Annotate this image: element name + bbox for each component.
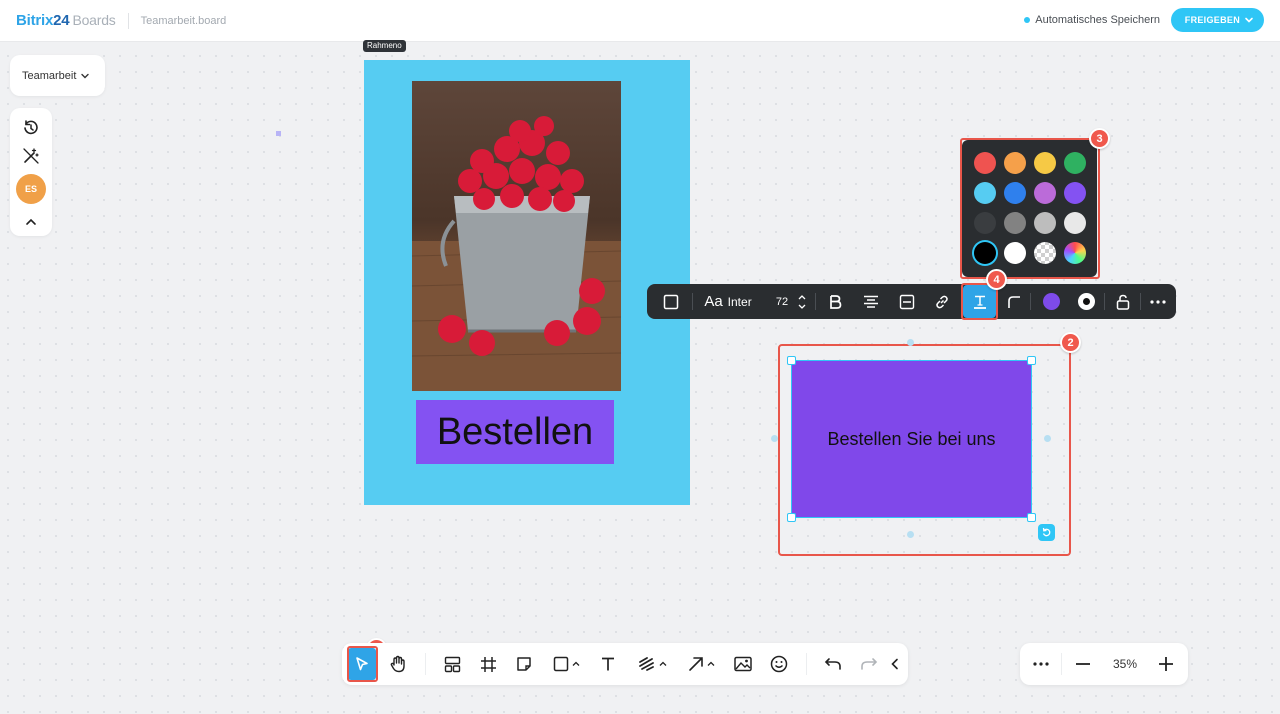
connector-dot-top[interactable] <box>907 339 914 346</box>
connector-dot-bottom[interactable] <box>907 531 914 538</box>
brand-main: Bitrix <box>16 12 54 29</box>
redo-icon[interactable] <box>855 643 883 685</box>
zoom-in-icon[interactable] <box>1153 643 1179 685</box>
toolbar-divider <box>806 653 807 675</box>
step-badge-4: 4 <box>986 269 1007 290</box>
chevron-down-icon <box>1245 17 1253 23</box>
history-icon[interactable] <box>21 118 41 138</box>
chevron-up-icon <box>659 661 666 666</box>
autosave-dot-icon <box>1024 17 1031 23</box>
select-tool-highlight <box>347 646 378 682</box>
step-badge-3: 3 <box>1089 128 1110 149</box>
autosave-status: Automatisches Speichern <box>1024 14 1160 26</box>
share-label: FREIGEBEN <box>1184 15 1240 25</box>
shape-type-icon[interactable] <box>657 284 685 319</box>
toolbar-divider <box>1061 653 1062 675</box>
header-divider <box>127 12 129 29</box>
arrow-tool-icon[interactable] <box>682 643 720 685</box>
connector-dot-left[interactable] <box>771 435 778 442</box>
bold-icon[interactable] <box>822 284 848 319</box>
toolbar-divider <box>1140 293 1141 310</box>
undo-icon[interactable] <box>819 643 847 685</box>
canvas-marker <box>276 131 281 136</box>
frame-icon[interactable] <box>474 643 502 685</box>
board-switcher-label: Teamarbeit <box>22 69 77 82</box>
chevron-up-icon <box>572 661 579 666</box>
step-badge-2: 2 <box>1060 332 1081 353</box>
connector-dot-right[interactable] <box>1044 435 1051 442</box>
text-tool-icon[interactable] <box>594 643 622 685</box>
user-avatar[interactable]: ES <box>16 174 46 204</box>
chevron-up-icon <box>707 661 714 666</box>
unlock-icon[interactable] <box>1110 284 1136 319</box>
vertical-align-icon[interactable] <box>894 284 920 319</box>
share-button[interactable]: FREIGEBEN <box>1170 8 1264 32</box>
selected-text-shape[interactable]: Bestellen Sie bei uns <box>791 360 1032 518</box>
pen-tool-icon[interactable] <box>632 643 672 685</box>
corner-radius-icon[interactable] <box>1002 284 1026 319</box>
color-picker-highlight <box>960 138 1100 279</box>
more-options-icon[interactable] <box>1028 643 1054 685</box>
font-size-value[interactable]: 72 <box>771 284 793 319</box>
board-switcher[interactable]: Teamarbeit <box>10 55 105 96</box>
more-options-icon[interactable] <box>1146 284 1170 319</box>
emoji-icon[interactable] <box>765 643 793 685</box>
zoom-level[interactable]: 35% <box>1104 643 1146 685</box>
resize-handle-br[interactable] <box>1027 513 1036 522</box>
resize-handle-bl[interactable] <box>787 513 796 522</box>
frame-label[interactable]: Rahmeno <box>363 40 406 52</box>
resize-handle-tr[interactable] <box>1027 356 1036 365</box>
toolbar-divider <box>1030 293 1031 310</box>
rotate-icon[interactable] <box>1038 524 1055 541</box>
brand-num: 24 <box>53 12 70 29</box>
fill-color-icon[interactable] <box>1038 284 1064 319</box>
sticky-note-icon[interactable] <box>510 643 538 685</box>
zoom-out-icon[interactable] <box>1070 643 1096 685</box>
toolbar-divider <box>1104 293 1105 310</box>
shape-tool-icon[interactable] <box>546 643 586 685</box>
top-bar: Bitrix24 Boards Teamarbeit.board Automati… <box>0 0 1280 42</box>
collapse-chevron-left-icon[interactable] <box>886 643 904 685</box>
stroke-color-swatch <box>1077 293 1095 310</box>
board-file-name[interactable]: Teamarbeit.board <box>141 15 227 27</box>
hand-pan-icon[interactable] <box>384 643 412 685</box>
font-icon: Aa <box>704 293 723 310</box>
template-icon[interactable] <box>438 643 466 685</box>
align-center-icon[interactable] <box>858 284 884 319</box>
chevron-up-icon[interactable] <box>21 212 41 232</box>
font-selector[interactable]: Aa Inter <box>700 284 756 319</box>
toolbar-divider <box>692 293 693 310</box>
stroke-color-icon[interactable] <box>1073 284 1099 319</box>
magic-wand-off-icon[interactable] <box>21 146 41 166</box>
raspberry-bucket-image[interactable] <box>412 81 621 391</box>
resize-handle-tl[interactable] <box>787 356 796 365</box>
toolbar-divider <box>815 293 816 310</box>
bitrix24-logo[interactable]: Bitrix24 Boards <box>16 12 116 29</box>
autosave-label: Automatisches Speichern <box>1035 14 1160 26</box>
order-button[interactable]: Bestellen <box>416 400 614 464</box>
chevron-down-icon <box>81 73 90 78</box>
left-toolbar: ES <box>10 108 52 236</box>
font-size-stepper-icon[interactable] <box>795 284 809 319</box>
font-name: Inter <box>727 294 752 309</box>
image-icon[interactable] <box>729 643 757 685</box>
link-icon[interactable] <box>929 284 955 319</box>
fill-color-swatch <box>1042 293 1060 310</box>
toolbar-divider <box>425 653 426 675</box>
brand-product: Boards <box>72 12 116 28</box>
